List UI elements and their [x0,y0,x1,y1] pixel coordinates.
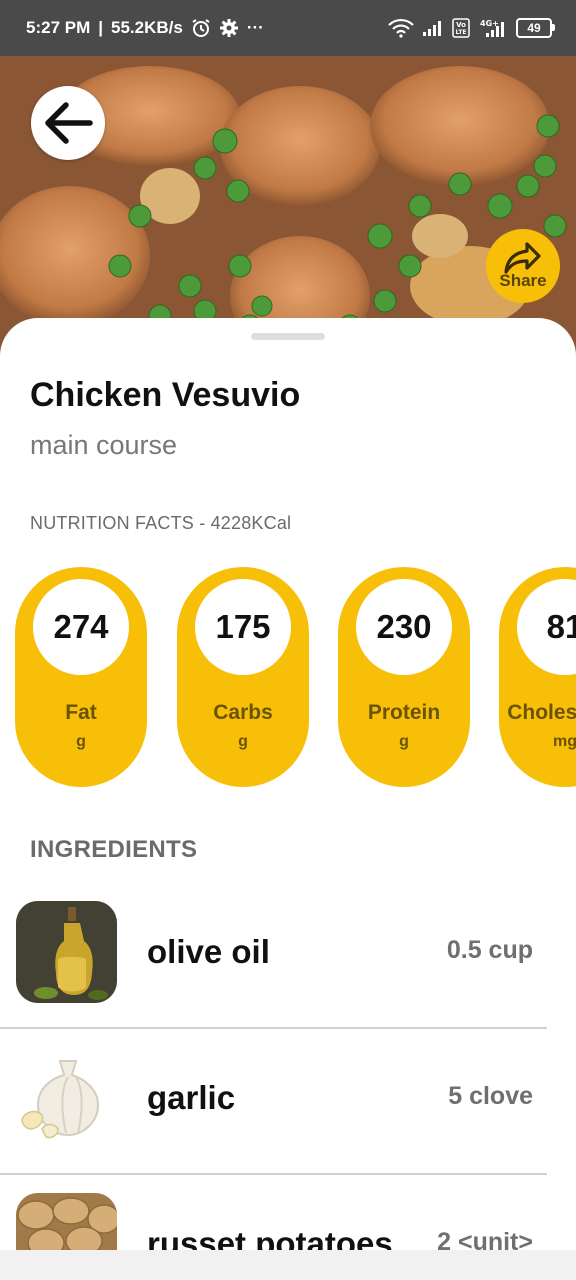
signal-icon [422,19,444,37]
settings-gear-icon [219,18,239,38]
more-notifications-icon: ··· [246,18,264,37]
battery-icon: 49 [516,18,555,38]
ingredient-quantity: 0.5 cup [446,936,533,964]
ingredient-row-olive-oil[interactable]: olive oil 0.5 cup [0,882,547,1029]
share-button[interactable]: Share [486,229,560,303]
system-navigation-bar [0,1250,576,1280]
alarm-icon [191,18,211,38]
garlic-image [16,1047,117,1149]
ingredients-label: INGREDIENTS [30,836,198,863]
share-icon [504,242,541,274]
ingredient-name: olive oil [147,933,270,970]
share-label: Share [499,271,547,290]
drag-handle[interactable] [251,333,325,340]
svg-text:LTE: LTE [455,29,466,36]
status-bar: 5:27 PM | 55.2KB/s ··· Vo LTE 4G+ 49 [0,0,576,56]
ingredient-quantity: 5 clove [448,1082,533,1110]
nutrient-card-carbs[interactable]: 175 Carbs g [177,567,309,787]
signal-4g-icon: 4G+ [478,18,508,38]
nutrient-value: 175 [195,579,291,675]
olive-oil-image [16,901,117,1003]
nutrient-card-fat[interactable]: 274 Fat g [15,567,147,787]
status-net-speed: 55.2KB/s [111,18,183,37]
arrow-left-icon [45,102,93,144]
nutrients-carousel[interactable]: 274 Fat g 175 Carbs g 230 Protein g 81 C… [0,567,576,787]
nutrient-name: Cholesterol [507,701,576,724]
nutrient-unit: g [76,733,86,750]
nutrient-name: Fat [65,701,97,724]
status-time: 5:27 PM [26,18,91,37]
ingredient-row-garlic[interactable]: garlic 5 clove [0,1028,547,1175]
nutrient-value: 274 [33,579,129,675]
nutrition-facts-label: NUTRITION FACTS - 4228KCal [30,513,292,533]
nutrient-card-protein[interactable]: 230 Protein g [338,567,470,787]
nutrient-value: 81 [517,579,576,675]
nutrient-name: Protein [367,701,441,724]
nutrient-name: Carbs [213,701,273,724]
ingredient-name: garlic [147,1079,236,1116]
wifi-icon [388,18,414,38]
nutrient-unit: mg [553,733,576,750]
recipe-details-sheet: Chicken Vesuvio main course NUTRITION FA… [0,318,576,1280]
status-divider: | [98,18,104,37]
nutrient-value: 230 [356,579,452,675]
nutrient-unit: g [238,733,248,750]
svg-text:Vo: Vo [456,21,466,29]
recipe-title: Chicken Vesuvio [30,376,301,414]
recipe-detail-screen: 5:27 PM | 55.2KB/s ··· Vo LTE 4G+ 49 Sha… [0,0,576,1280]
back-button[interactable] [31,86,105,160]
nutrient-unit: g [399,733,409,750]
volte-icon: Vo LTE [452,18,470,38]
nutrient-card-cholesterol[interactable]: 81 Cholesterol mg [499,567,576,787]
recipe-category: main course [30,430,178,460]
